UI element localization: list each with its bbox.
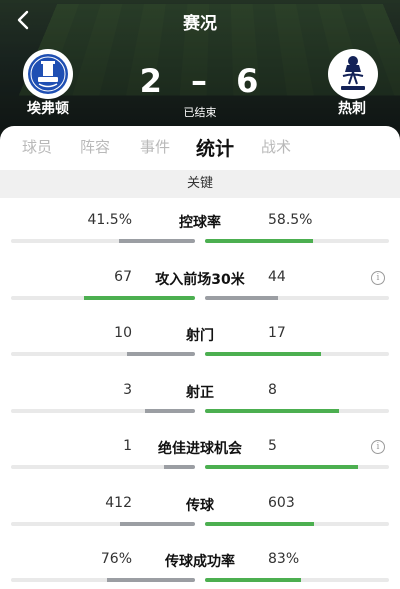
stat-row: 67 攻入前场30米 44 i [0,269,400,325]
tab-events[interactable]: 事件 [140,136,170,157]
stat-row: 412 传球 603 [0,495,400,551]
away-stat-value: 603 [268,494,295,511]
away-stat-value: 5 [268,438,277,454]
home-stat-bar [120,521,195,526]
home-stat-bar [126,352,195,356]
home-stat-value: 67 [114,268,132,285]
away-stat-track [205,521,389,526]
tab-players[interactable]: 球员 [22,136,52,157]
stat-row: 1 绝佳进球机会 5 i [0,438,400,494]
away-stat-track [205,295,389,300]
home-stat-bar [83,295,195,300]
home-stat-track [11,578,195,582]
away-stat-track [205,408,389,413]
away-stat-value: 58.5% [268,212,313,228]
home-stat-track [11,408,195,413]
home-stat-bar [164,465,195,469]
stat-label: 射门 [186,328,214,344]
away-stat-bar [205,295,278,300]
home-stat-value: 1 [123,438,132,454]
page-title: 赛况 [183,14,217,34]
stats-sheet: 球员 阵容 事件 统计 战术 关键 41.5% 控球率 58.5% 67 攻入前场30米… [0,126,400,589]
home-stat-bar [118,239,195,243]
away-stat-value: 44 [268,268,286,285]
away-stat-track [205,578,389,582]
home-stat-value: 10 [114,325,132,341]
tab-bar: 球员 阵容 事件 统计 战术 [0,126,400,168]
away-stat-bar [205,352,321,356]
tottenham-crest-icon[interactable] [328,49,378,99]
away-team-name[interactable]: 热刺 [312,98,392,118]
stat-label: 绝佳进球机会 [158,441,242,457]
away-stat-bar [205,408,339,413]
info-icon[interactable]: i [371,270,385,285]
stat-row: 3 射正 8 [0,382,400,438]
away-stat-bar [205,578,302,582]
stat-row: 10 射门 17 [0,325,400,381]
away-stat-bar [205,521,315,526]
home-stat-value: 412 [105,494,132,511]
home-score: 2 [139,62,164,100]
away-stat-value: 17 [268,325,286,341]
home-stat-bar [107,578,195,582]
home-stat-value: 41.5% [87,212,132,228]
away-stat-value: 83% [268,551,300,567]
home-stat-bar [144,408,195,413]
home-stat-value: 3 [123,381,132,398]
away-stat-track [205,352,389,356]
stat-label: 攻入前场30米 [155,271,245,288]
stat-label: 传球成功率 [165,554,235,570]
stat-row: 41.5% 控球率 58.5% [0,212,400,268]
section-header: 关键 [0,170,400,198]
home-stat-value: 76% [100,551,132,567]
home-stat-track [11,465,195,469]
home-stat-track [11,521,195,526]
home-stat-track [11,239,195,243]
home-stat-track [11,295,195,300]
stat-label: 控球率 [179,215,221,231]
stat-row: 76% 传球成功率 83% [0,551,400,589]
away-score: 6 [236,62,261,100]
away-stat-bar [205,239,313,243]
away-stat-track [205,465,389,469]
stat-label: 射正 [186,384,214,401]
tab-lineup[interactable]: 阵容 [80,136,110,157]
tab-tactics[interactable]: 战术 [261,136,291,157]
away-stat-value: 8 [268,381,277,398]
score-separator: – [191,62,209,100]
stat-label: 传球 [186,497,214,514]
home-stat-track [11,352,195,356]
away-stat-bar [205,465,359,469]
info-icon[interactable]: i [371,440,385,454]
away-stat-track [205,239,389,243]
tab-stats[interactable]: 统计 [196,134,234,161]
